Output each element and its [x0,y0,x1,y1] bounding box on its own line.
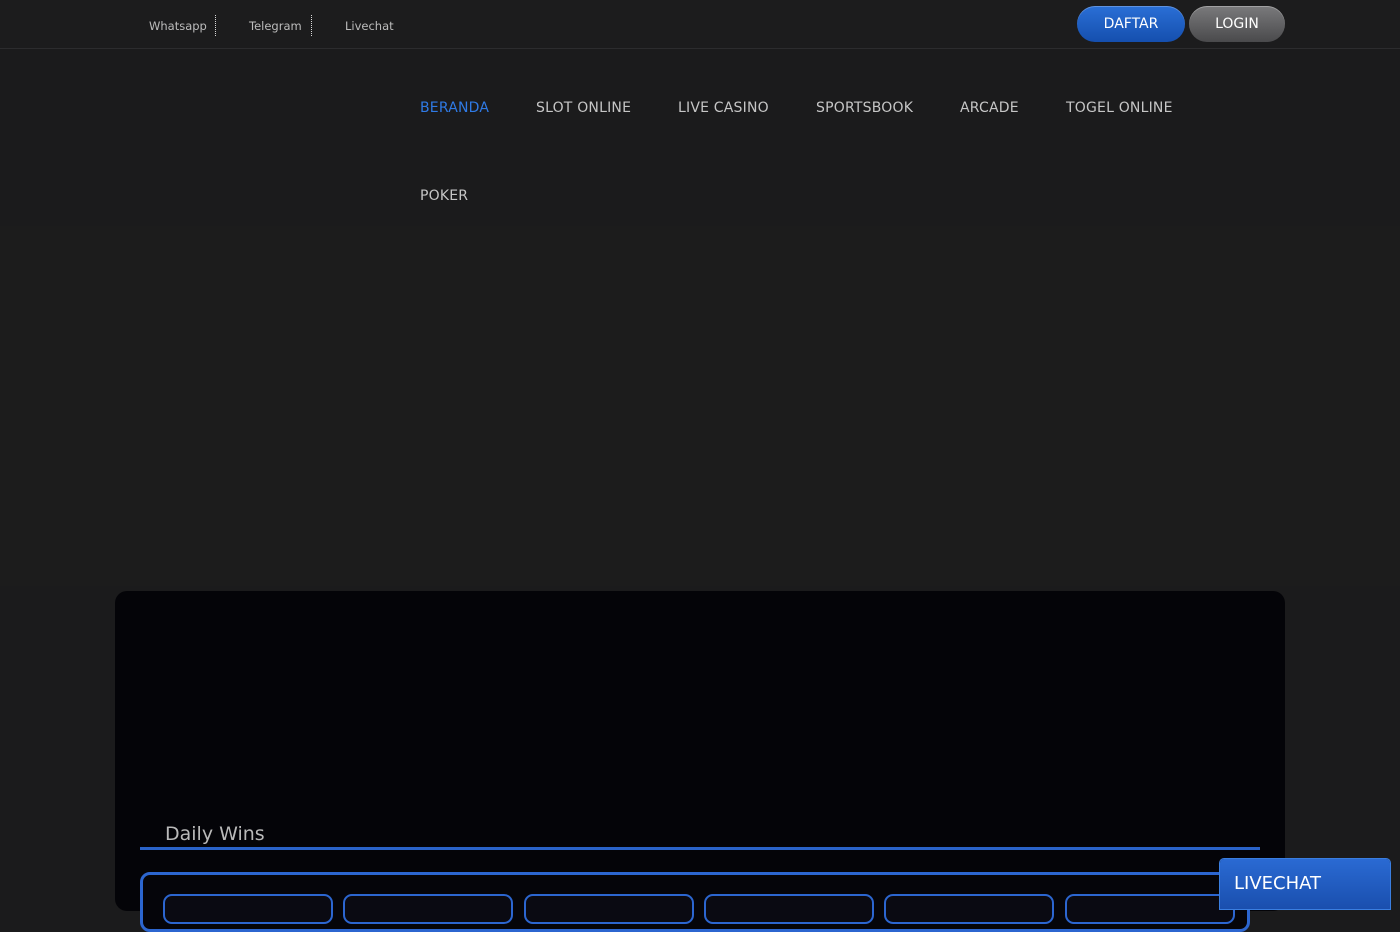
win-card[interactable] [343,894,513,924]
whatsapp-link[interactable]: Whatsapp [149,19,207,33]
nav-item-sportsbook[interactable]: SPORTSBOOK [816,99,913,117]
nav-item-arcade[interactable]: ARCADE [960,99,1019,117]
daily-wins-title: Daily Wins [165,823,265,845]
contact-separator [215,15,216,36]
win-card[interactable] [704,894,874,924]
win-card[interactable] [1065,894,1235,924]
nav-item-beranda[interactable]: BERANDA [420,99,489,117]
main-navigation: BERANDA SLOT ONLINE LIVE CASINO SPORTSBO… [0,49,1400,226]
daily-wins-panel [115,591,1285,911]
nav-item-togel-online[interactable]: TOGEL ONLINE [1066,99,1173,117]
login-button[interactable]: LOGIN [1189,6,1285,42]
contact-separator [311,15,312,36]
nav-item-live-casino[interactable]: LIVE CASINO [678,99,769,117]
win-card[interactable] [884,894,1054,924]
top-bar: Whatsapp Telegram Livechat DAFTAR LOGIN [0,0,1400,49]
livechat-widget-button[interactable]: LIVECHAT [1220,859,1390,909]
telegram-link[interactable]: Telegram [249,19,302,33]
nav-item-poker[interactable]: POKER [420,187,468,205]
nav-item-slot-online[interactable]: SLOT ONLINE [536,99,631,117]
win-card[interactable] [163,894,333,924]
banner-area [0,226,1400,586]
daily-wins-divider [140,847,1260,850]
win-card[interactable] [524,894,694,924]
livechat-link[interactable]: Livechat [345,19,394,33]
register-button[interactable]: DAFTAR [1077,6,1185,42]
